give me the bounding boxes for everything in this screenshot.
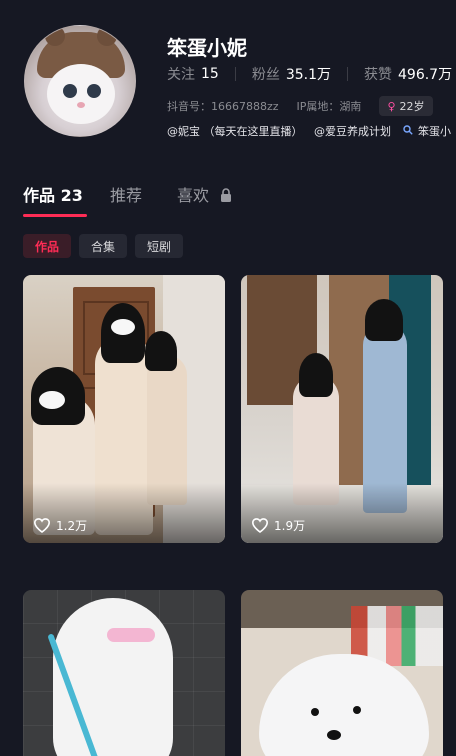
tab-likes-label: 喜欢 (177, 186, 210, 205)
video-thumbnail[interactable]: 1.2万 (23, 275, 225, 543)
filter-collections[interactable]: 合集 (79, 234, 128, 258)
like-count: 1.2万 (34, 517, 87, 534)
video-thumbnail[interactable] (241, 590, 443, 756)
search-icon (402, 125, 417, 138)
bio-mentions: @妮宝 （每天在这里直播） @爱豆养成计划 笨蛋小 (167, 123, 456, 139)
person-hair (299, 353, 333, 397)
face-mask (39, 391, 65, 409)
age-text: 22岁 (399, 100, 425, 113)
ip-location: IP属地：湖南 (296, 100, 362, 113)
age-badge: ♀ 22岁 (379, 96, 433, 116)
avatar[interactable] (24, 25, 136, 137)
dog-nose (327, 730, 341, 740)
filter-chips: 作品 合集 短剧 (23, 234, 184, 258)
profile-meta: 抖音号：16667888zz IP属地：湖南 ♀ 22岁 (167, 96, 433, 116)
lock-icon (220, 187, 232, 206)
cat-eye-left (63, 84, 77, 98)
mention-search-text: 笨蛋小 (418, 125, 451, 138)
person-hair (365, 299, 403, 341)
tab-likes[interactable]: 喜欢 (177, 182, 232, 206)
filter-works[interactable]: 作品 (23, 234, 72, 258)
video-thumbnail[interactable]: 1.9万 (241, 275, 443, 543)
cat-face-graphic (47, 64, 115, 124)
like-count-text: 1.9万 (274, 519, 306, 533)
followers-count[interactable]: 35.1万 (286, 64, 331, 84)
face-mask (111, 319, 135, 335)
video-thumbnail[interactable] (23, 590, 225, 756)
cat-nose (77, 102, 85, 108)
like-count: 1.9万 (252, 517, 305, 534)
stats-divider (347, 67, 348, 81)
dog-eye-right (353, 706, 361, 714)
mention-link[interactable]: @妮宝 （每天在这里直播） (167, 125, 303, 138)
heart-icon (34, 518, 50, 533)
likes-count: 496.7万 (398, 67, 453, 83)
douyin-id: 抖音号：16667888zz (167, 100, 279, 113)
cat-eye-right (87, 84, 101, 98)
like-count-text: 1.2万 (56, 519, 88, 533)
followers-label[interactable]: 粉丝 (252, 64, 280, 84)
profile-tabs: 作品 23 推荐 喜欢 (0, 178, 456, 218)
dog-eye-left (311, 708, 319, 716)
following-label[interactable]: 关注 (167, 64, 195, 84)
thumbnail-shade (23, 483, 225, 543)
wing-harness-graphic (107, 628, 155, 642)
female-symbol-icon: ♀ (387, 99, 396, 113)
profile-stats: 关注 15 粉丝 35.1万 获赞 496.7万 (167, 64, 452, 84)
following-count[interactable]: 15 (201, 66, 219, 82)
active-tab-indicator (23, 214, 87, 217)
thumbnail-shade (241, 483, 443, 543)
person-hair (145, 331, 177, 371)
heart-icon (252, 518, 268, 533)
profile-name: 笨蛋小妮 (167, 36, 247, 60)
tab-works[interactable]: 作品 23 (23, 182, 83, 206)
profile-header: 笨蛋小妮 关注 15 粉丝 35.1万 获赞 496.7万 抖音号：166678… (0, 0, 456, 150)
white-dog-graphic (53, 598, 173, 756)
mention-link[interactable]: @爱豆养成计划 (314, 125, 391, 138)
likes-label: 获赞 (364, 67, 392, 83)
mention-search[interactable]: 笨蛋小 (402, 125, 456, 138)
stats-divider (234, 67, 236, 81)
tab-recommend[interactable]: 推荐 (110, 182, 142, 206)
filter-short-dramas[interactable]: 短剧 (135, 234, 184, 258)
